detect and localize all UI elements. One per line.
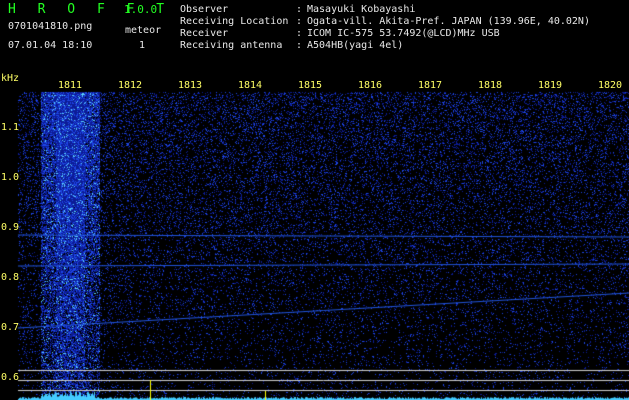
info-value: Ogata-vill. Akita-Pref. JAPAN (139.96E, … <box>307 16 590 27</box>
x-tick-label: 1818 <box>477 80 503 91</box>
y-tick-label: 0.8 <box>1 272 20 283</box>
info-sep: : <box>296 4 303 15</box>
info-row-antenna: Receiving antenna: A504HB(yagi 4el) <box>180 40 403 51</box>
app-version: 1.0.0 <box>124 3 158 16</box>
y-tick-label: 0.6 <box>1 372 20 383</box>
y-tick-label: 0.9 <box>1 222 20 233</box>
file-name: 0701041810.png <box>8 21 93 32</box>
info-sep: : <box>296 28 303 39</box>
date-time: 07.01.04 18:10 <box>8 40 93 51</box>
meteor-count-value: 1 <box>139 40 146 51</box>
info-label: Receiver <box>180 28 229 39</box>
y-axis-unit: kHz <box>1 73 20 84</box>
y-tick-label: 0.7 <box>1 322 20 333</box>
x-tick-label: 1816 <box>357 80 383 91</box>
info-sep: : <box>296 40 303 51</box>
info-sep: : <box>296 16 303 27</box>
x-tick-label: 1817 <box>417 80 443 91</box>
spectrogram-canvas <box>0 80 629 400</box>
y-tick-label: 1.1 <box>1 122 20 133</box>
info-label: Observer <box>180 4 229 15</box>
x-tick-label: 1813 <box>177 80 203 91</box>
x-tick-label: 1811 <box>57 80 83 91</box>
info-row-receiver: Receiver: ICOM IC-575 53.7492(@LCD)MHz US… <box>180 28 500 39</box>
info-value: A504HB(yagi 4el) <box>307 40 404 51</box>
x-tick-label: 1815 <box>297 80 323 91</box>
y-tick-label: 1.0 <box>1 172 20 183</box>
meteor-count-label: meteor <box>125 25 162 36</box>
x-tick-label: 1814 <box>237 80 263 91</box>
spectrogram-panel: kHz 1.1 1.0 0.9 0.8 0.7 0.6 1811 1812 1813 1814 1… <box>0 73 629 400</box>
x-tick-label: 1819 <box>537 80 563 91</box>
info-row-location: Receiving Location: Ogata-vill. Akita-Pre… <box>180 16 590 27</box>
info-value: Masayuki Kobayashi <box>307 4 416 15</box>
header-panel: H R O F F T 1.0.0 0701041810.png 07.01.0… <box>0 0 629 80</box>
info-row-observer: Observer: Masayuki Kobayashi <box>180 4 415 15</box>
info-label: Receiving antenna <box>180 40 283 51</box>
x-tick-label: 1812 <box>117 80 143 91</box>
info-label: Receiving Location <box>180 16 289 27</box>
x-tick-label: 1820 <box>597 80 623 91</box>
info-value: ICOM IC-575 53.7492(@LCD)MHz USB <box>307 28 500 39</box>
